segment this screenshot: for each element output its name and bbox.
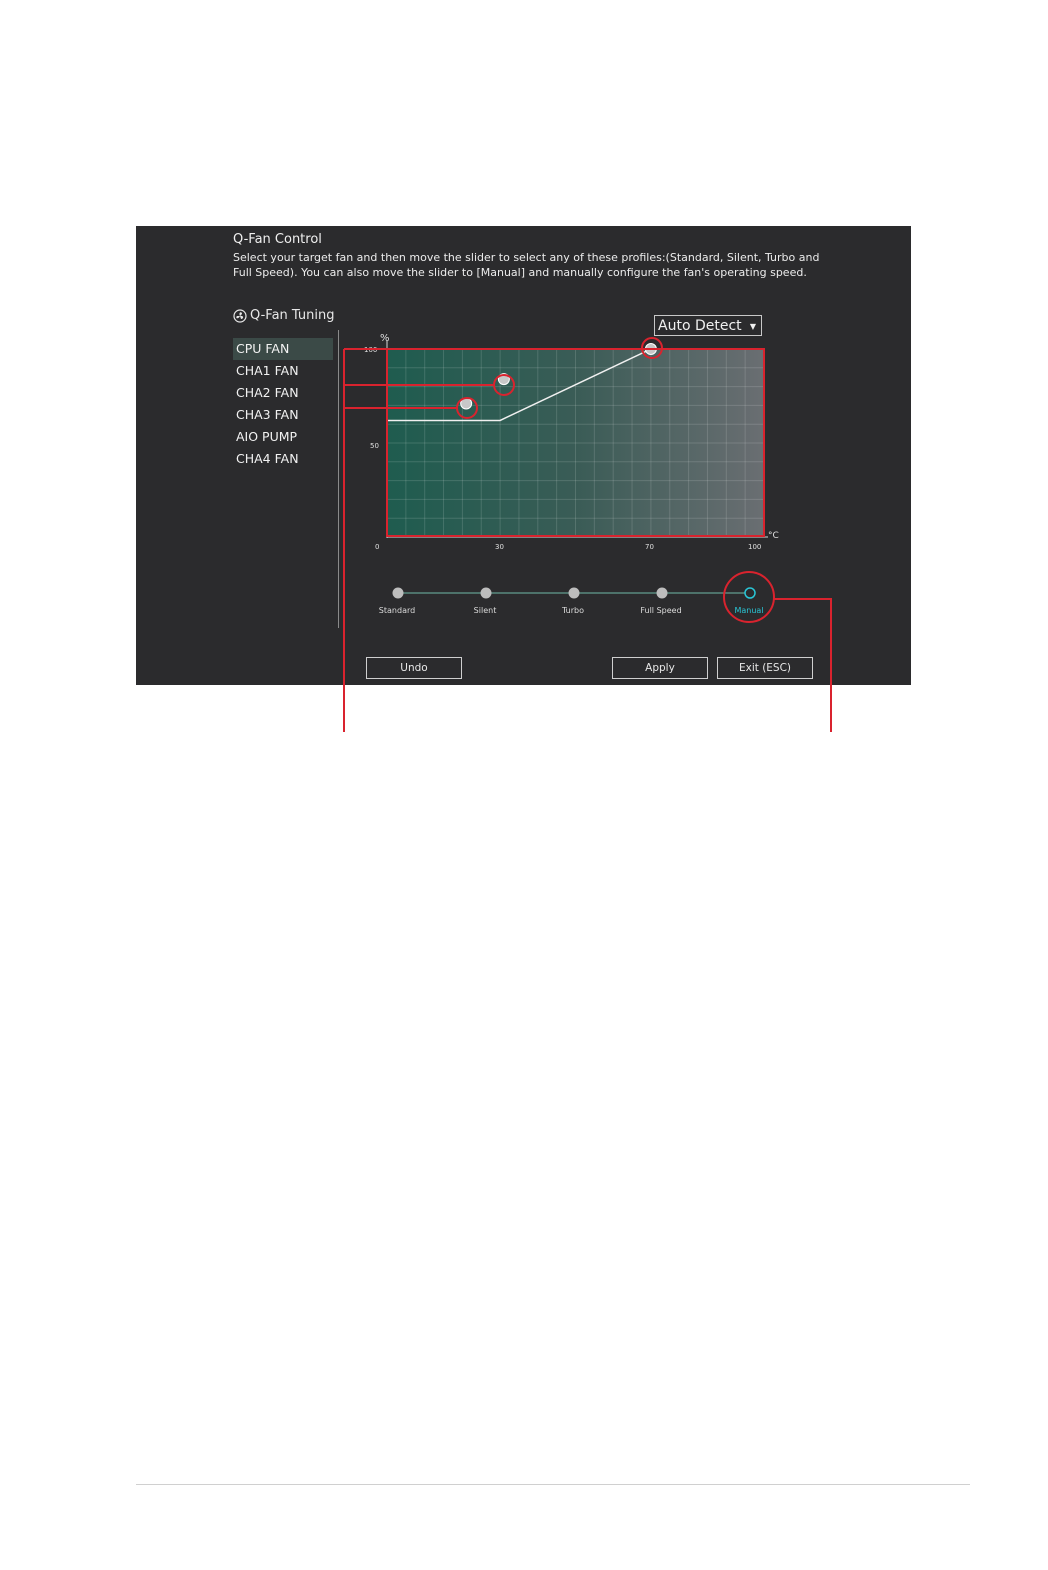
profile-slider-stop[interactable]: [480, 587, 492, 599]
profile-label-standard: Standard: [378, 606, 416, 615]
profile-slider-stop[interactable]: [392, 587, 404, 599]
profile-slider-stop[interactable]: [656, 587, 668, 599]
plot-grid: [387, 349, 764, 537]
profile-label-manual: Manual: [734, 606, 764, 615]
profile-slider-stop[interactable]: [744, 587, 756, 599]
x-tick-label: 70: [645, 543, 654, 551]
x-tick-label: 0: [375, 543, 379, 551]
page-footer-line: [136, 1484, 970, 1485]
profile-label-silent: Silent: [473, 606, 497, 615]
fan-curve-chart: % °C 100 50 0 30 70 100: [364, 333, 779, 599]
x-tick-label: 30: [495, 543, 504, 551]
x-axis-label: °C: [768, 531, 779, 541]
qfan-control-screen: Q-Fan Control Select your target fan and…: [136, 226, 911, 685]
apply-button[interactable]: Apply: [612, 657, 708, 679]
exit-button[interactable]: Exit (ESC): [717, 657, 813, 679]
y-tick-label: 50: [370, 442, 379, 450]
x-tick-label: 100: [748, 543, 761, 551]
curve-control-point[interactable]: [460, 397, 473, 410]
curve-control-point[interactable]: [644, 343, 657, 355]
undo-button[interactable]: Undo: [366, 657, 462, 679]
profile-label-turbo: Turbo: [561, 606, 585, 615]
y-axis-label: %: [380, 333, 390, 344]
y-tick-label: 100: [364, 346, 377, 354]
curve-control-point[interactable]: [497, 373, 510, 386]
profile-label-full-speed: Full Speed: [640, 606, 682, 615]
profile-slider-stop[interactable]: [568, 587, 580, 599]
